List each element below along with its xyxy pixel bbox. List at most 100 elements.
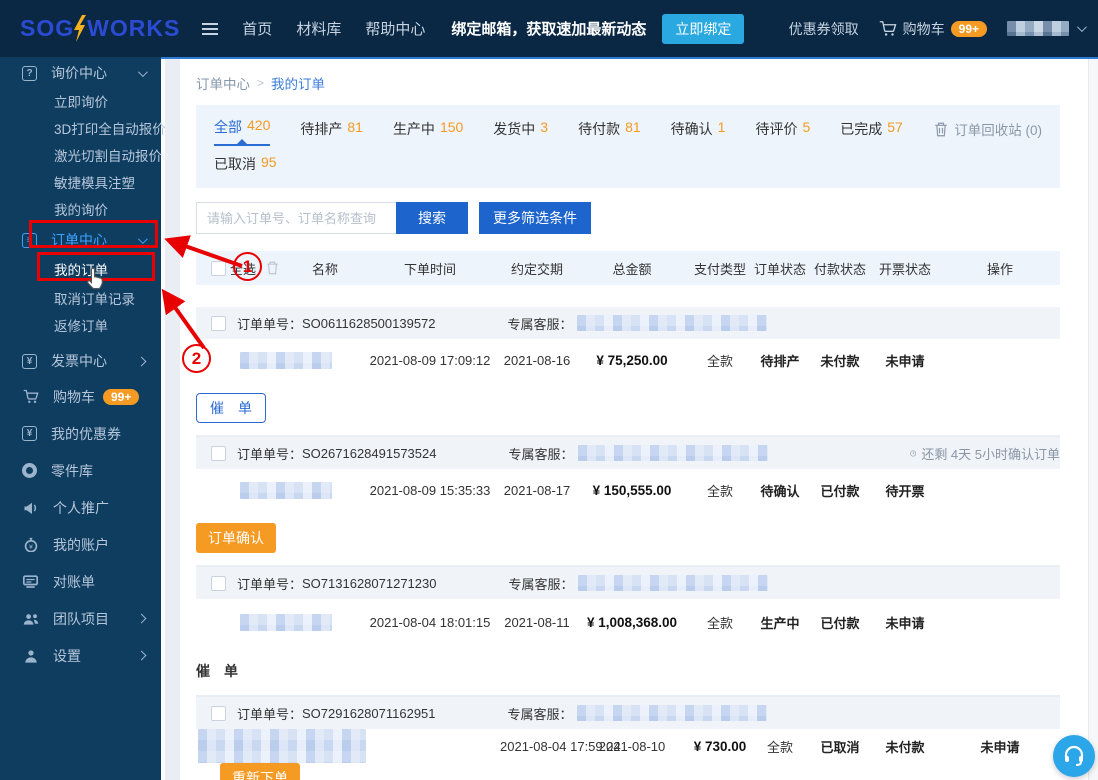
- order-group-header: 订单单号： SO7291628071162951 专属客服：: [196, 697, 1060, 729]
- search-bar: 搜索 更多筛选条件: [196, 202, 1060, 234]
- order-recycle-bin-link[interactable]: 订单回收站 (0): [934, 119, 1042, 146]
- sidebar-item-team-projects[interactable]: 团队项目: [0, 600, 161, 637]
- sidebar-item-laser-cut-quote[interactable]: 激光切割自动报价: [0, 143, 161, 170]
- coupon-claim-link[interactable]: 优惠券领取: [789, 19, 859, 39]
- customer-service-blurred: [577, 705, 767, 721]
- sidebar-item-my-coupons[interactable]: ¥ 我的优惠券: [0, 415, 161, 452]
- sidebar-item-statement[interactable]: 对账单: [0, 563, 161, 600]
- bind-now-button[interactable]: 立即绑定: [662, 14, 744, 44]
- part-ring-icon: [22, 463, 37, 478]
- username-blurred[interactable]: [1007, 21, 1069, 36]
- sidebar-item-agile-mold[interactable]: 敏捷模具注塑: [0, 170, 161, 197]
- sidebar-item-settings[interactable]: 设置: [0, 637, 161, 674]
- order-name-blurred[interactable]: [198, 729, 366, 763]
- chevron-down-icon: [138, 67, 148, 77]
- breadcrumb-my-orders[interactable]: 我的订单: [271, 73, 325, 93]
- breadcrumb-separator: >: [257, 76, 264, 90]
- order-due: 2021-08-17: [500, 483, 574, 498]
- cart-count-badge: 99+: [951, 21, 987, 37]
- lightning-bolt-icon: [73, 15, 88, 42]
- order-checkbox[interactable]: [211, 576, 226, 591]
- nav-link-home[interactable]: 首页: [242, 18, 272, 39]
- support-chat-button[interactable]: [1053, 735, 1095, 777]
- customer-service-label: 专属客服：: [508, 704, 573, 723]
- order-checkbox[interactable]: [211, 316, 226, 331]
- urge-order-button[interactable]: 催 单: [196, 393, 266, 423]
- cart-label: 购物车: [903, 19, 945, 39]
- cart-icon: [879, 20, 897, 37]
- nav-link-materials[interactable]: 材料库: [296, 18, 341, 39]
- reorder-button[interactable]: 重新下单: [220, 763, 300, 780]
- sidebar-item-cart[interactable]: 购物车 99+: [0, 378, 161, 415]
- sidebar-item-order-center[interactable]: ≡ 订单中心: [0, 224, 161, 256]
- order-no-label: 订单单号：: [237, 314, 302, 333]
- order-name-blurred[interactable]: [240, 482, 332, 499]
- navbar-cart-link[interactable]: 购物车 99+: [879, 19, 987, 39]
- order-invoice-status: 未申请: [940, 737, 1060, 756]
- search-button[interactable]: 搜索: [396, 202, 468, 234]
- order-search-input[interactable]: [196, 202, 396, 234]
- sidebar-cart-badge: 99+: [103, 389, 139, 405]
- sidebar-item-repair-orders[interactable]: 返修订单: [0, 313, 161, 340]
- tab-pending-review[interactable]: 待评价5: [755, 119, 810, 146]
- menu-hamburger-icon[interactable]: [202, 23, 218, 35]
- order-name-blurred[interactable]: [240, 614, 332, 631]
- invoice-icon: ¥: [22, 354, 37, 369]
- order-status-tabbar: 全部420 待排产81 生产中150 发货中3 待付款81 待确认1 待评价5 …: [196, 105, 1060, 188]
- tab-pending-scheduling[interactable]: 待排产81: [300, 119, 363, 146]
- sidebar-item-my-orders[interactable]: 我的订单: [0, 256, 161, 286]
- order-checkbox[interactable]: [211, 706, 226, 721]
- sidebar-item-my-inquiries[interactable]: 我的询价: [0, 197, 161, 224]
- main-content: 订单中心 > 我的订单 全部420 待排产81 生产中150 发货中3 待付款8…: [180, 59, 1088, 780]
- sidebar-item-personal-promotion[interactable]: 个人推广: [0, 489, 161, 526]
- customer-service-blurred: [578, 575, 768, 591]
- sidebar-item-inquire-now[interactable]: 立即询价: [0, 89, 161, 116]
- sidebar-item-cancelled-order-records[interactable]: 取消订单记录: [0, 286, 161, 313]
- col-name: 名称: [290, 259, 360, 278]
- question-bubble-icon: ?: [22, 66, 37, 81]
- order-status: 已取消: [810, 737, 870, 756]
- order-time: 2021-08-09 17:09:12: [360, 353, 500, 368]
- chevron-right-icon: [137, 651, 147, 661]
- confirm-order-button[interactable]: 订单确认: [196, 523, 276, 553]
- megaphone-icon: [22, 499, 39, 516]
- order-name-blurred[interactable]: [240, 352, 332, 369]
- sidebar-item-parts-library[interactable]: 零件库: [0, 452, 161, 489]
- urge-order-text[interactable]: 催 单: [196, 661, 230, 681]
- col-amount: 总金额: [574, 259, 690, 278]
- select-all-checkbox[interactable]: [211, 261, 226, 276]
- scrollbar-track[interactable]: [1088, 59, 1098, 780]
- sidebar-item-inquiry-center[interactable]: ? 询价中心: [0, 57, 161, 89]
- tab-pending-payment[interactable]: 待付款81: [578, 119, 641, 146]
- sidebar-item-3d-print-quote[interactable]: 3D打印全自动报价: [0, 116, 161, 143]
- sidebar-item-invoice-center[interactable]: ¥ 发票中心: [0, 344, 161, 378]
- order-pay-type: 全款: [750, 737, 810, 756]
- order-amount: ¥ 75,250.00: [574, 353, 690, 368]
- tab-in-production[interactable]: 生产中150: [393, 119, 463, 146]
- tab-pending-confirmation[interactable]: 待确认1: [671, 119, 726, 146]
- tab-cancelled[interactable]: 已取消95: [214, 154, 277, 174]
- order-pay-status: 已付款: [810, 481, 870, 500]
- breadcrumb-order-center[interactable]: 订单中心: [196, 73, 250, 93]
- order-group: 订单单号： SO2671628491573524 专属客服： 还剩 4天 5小时…: [196, 435, 1060, 565]
- trash-icon[interactable]: [266, 261, 279, 275]
- sidebar-item-my-account[interactable]: ¥ 我的账户: [0, 526, 161, 563]
- order-status: 待确认: [750, 481, 810, 500]
- col-due-date: 约定交期: [500, 259, 574, 278]
- sidebar-nav: ? 询价中心 立即询价 3D打印全自动报价 激光切割自动报价 敏捷模具注塑 我的…: [0, 57, 161, 780]
- money-bag-icon: ¥: [22, 536, 39, 553]
- more-filters-button[interactable]: 更多筛选条件: [479, 202, 591, 234]
- order-group: 订单单号： SO0611628500139572 专属客服： 2021-08-0…: [196, 307, 1060, 435]
- breadcrumb: 订单中心 > 我的订单: [196, 59, 1060, 93]
- tab-all[interactable]: 全部420: [214, 117, 270, 146]
- chevron-down-icon: [138, 234, 148, 244]
- sogaworks-logo[interactable]: SOG WORKS: [20, 15, 180, 42]
- customer-service-blurred: [578, 445, 768, 461]
- order-checkbox[interactable]: [211, 446, 226, 461]
- order-invoice-status: 未申请: [870, 351, 940, 370]
- nav-link-help-center[interactable]: 帮助中心: [365, 18, 425, 39]
- tab-completed[interactable]: 已完成57: [840, 119, 903, 146]
- tab-shipping[interactable]: 发货中3: [493, 119, 548, 146]
- order-row: 2021-08-09 17:09:12 2021-08-16 ¥ 75,250.…: [196, 339, 1060, 435]
- order-no: SO7131628071271230: [302, 576, 436, 591]
